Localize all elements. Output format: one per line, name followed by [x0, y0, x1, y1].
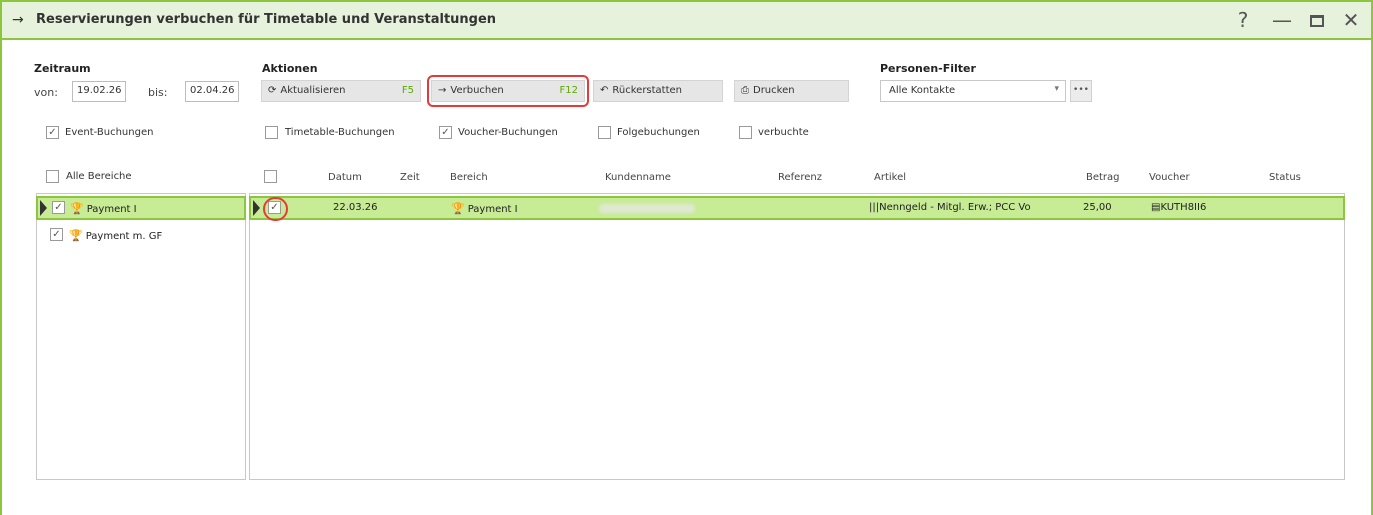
- refresh-icon: ⟳: [268, 85, 277, 96]
- rueckerstatten-button[interactable]: ↶ Rückerstatten: [593, 80, 723, 102]
- booking-window: → Reservierungen verbuchen für Timetable…: [0, 0, 1373, 515]
- timetable-buchungen-label: Timetable-Buchungen: [285, 127, 395, 138]
- zeitraum-label: Zeitraum: [34, 62, 91, 75]
- cell-artikel: |||Nenngeld - Mitgl. Erw.; PCC Vo: [869, 202, 1059, 213]
- row-marker-icon: [253, 200, 260, 216]
- drucken-label: Drucken: [753, 85, 795, 96]
- cell-bereich-text: Payment I: [467, 204, 518, 215]
- col-referenz[interactable]: Referenz: [778, 172, 822, 183]
- list-item[interactable]: 🏆 Payment m. GF: [69, 229, 162, 242]
- cell-betrag: 25,00: [1083, 202, 1112, 213]
- drucken-button[interactable]: ⎙ Drucken: [734, 80, 849, 102]
- maximize-icon: [1310, 15, 1324, 27]
- event-buchungen-label: Event-Buchungen: [65, 127, 154, 138]
- personen-filter-select[interactable]: Alle Kontakte ▾: [880, 80, 1066, 102]
- cell-bereich: 🏆 Payment I: [451, 202, 518, 215]
- select-all-rows-checkbox[interactable]: [264, 170, 277, 183]
- row-checkbox-highlight: [263, 197, 288, 221]
- col-artikel[interactable]: Artikel: [874, 172, 906, 183]
- maximize-button[interactable]: [1304, 8, 1330, 32]
- verbuchte-checkbox[interactable]: [739, 126, 752, 139]
- voucher-buchungen-checkbox[interactable]: [439, 126, 452, 139]
- close-button[interactable]: ✕: [1338, 8, 1364, 32]
- cell-datum: 22.03.26: [333, 202, 378, 213]
- col-betrag[interactable]: Betrag: [1086, 172, 1120, 183]
- aktualisieren-button[interactable]: ⟳ Aktualisieren F5: [261, 80, 421, 102]
- trophy-icon: 🏆: [70, 202, 84, 215]
- personen-filter-value: Alle Kontakte: [889, 85, 956, 96]
- verbuchen-highlight: [427, 75, 589, 107]
- aktionen-label: Aktionen: [262, 62, 318, 75]
- payment-m-gf-checkbox[interactable]: [50, 228, 63, 241]
- bereich-label: Payment I: [86, 204, 137, 215]
- trophy-icon: 🏆: [451, 202, 465, 215]
- col-voucher[interactable]: Voucher: [1149, 172, 1190, 183]
- list-item[interactable]: 🏆Payment I: [36, 196, 246, 220]
- row-marker-icon: [40, 200, 47, 216]
- bis-label: bis:: [148, 86, 168, 99]
- folgebuchungen-checkbox[interactable]: [598, 126, 611, 139]
- cell-voucher-text: KUTH8II6: [1160, 202, 1207, 213]
- title-bar: → Reservierungen verbuchen für Timetable…: [2, 0, 1371, 40]
- payment-i-checkbox[interactable]: [52, 201, 65, 214]
- window-title: Reservierungen verbuchen für Timetable u…: [36, 12, 497, 27]
- table-row[interactable]: 22.03.26 🏆Payment I |||Nenngeld - Mitgl.…: [249, 196, 1345, 220]
- col-datum[interactable]: Datum: [328, 172, 362, 183]
- event-buchungen-checkbox[interactable]: [46, 126, 59, 139]
- minimize-button[interactable]: —: [1269, 8, 1295, 32]
- redacted-kundenname: [599, 204, 695, 213]
- voucher-buchungen-label: Voucher-Buchungen: [458, 127, 558, 138]
- printer-icon: ⎙: [741, 85, 749, 96]
- col-zeit[interactable]: Zeit: [400, 172, 420, 183]
- folgebuchungen-label: Folgebuchungen: [617, 127, 700, 138]
- rueckerstatten-label: Rückerstatten: [612, 85, 683, 96]
- bereich-label: Payment m. GF: [85, 231, 163, 242]
- cell-voucher: ▤KUTH8II6: [1151, 202, 1206, 213]
- payment-i-item: 🏆 Payment I: [70, 202, 137, 215]
- cell-artikel-text: Nenngeld - Mitgl. Erw.; PCC Vo: [879, 202, 1031, 213]
- aktualisieren-label: Aktualisieren: [280, 85, 346, 96]
- von-date-field[interactable]: 19.02.26: [72, 81, 126, 102]
- verbuchte-label: verbuchte: [758, 127, 809, 138]
- von-label: von:: [34, 86, 58, 99]
- barcode-icon: |||: [869, 202, 880, 213]
- trophy-icon: 🏆: [69, 229, 83, 242]
- col-kundenname[interactable]: Kundenname: [605, 172, 671, 183]
- help-button[interactable]: ?: [1230, 8, 1256, 32]
- alle-bereiche-label: Alle Bereiche: [66, 171, 132, 182]
- timetable-buchungen-checkbox[interactable]: [265, 126, 278, 139]
- alle-bereiche-checkbox[interactable]: [46, 170, 59, 183]
- chevron-down-icon: ▾: [1054, 84, 1059, 94]
- undo-icon: ↶: [600, 85, 609, 96]
- col-bereich[interactable]: Bereich: [450, 172, 488, 183]
- bis-date-field[interactable]: 02.04.26: [185, 81, 239, 102]
- personen-filter-label: Personen-Filter: [880, 62, 976, 75]
- more-options-button[interactable]: •••: [1070, 80, 1092, 102]
- aktualisieren-hotkey: F5: [401, 85, 414, 96]
- bookings-table: [249, 193, 1345, 480]
- col-status[interactable]: Status: [1269, 172, 1301, 183]
- arrow-right-icon: →: [12, 12, 24, 28]
